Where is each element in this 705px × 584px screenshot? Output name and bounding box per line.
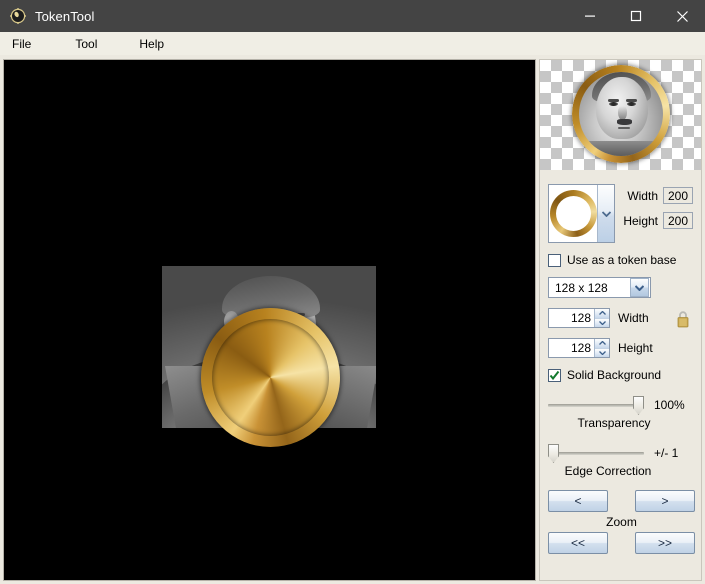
zoom-next-button[interactable]: >	[635, 490, 695, 512]
transparency-slider[interactable]	[548, 395, 644, 415]
width-spinner-row: 128 Width	[548, 308, 693, 328]
menu-item-help[interactable]: Help	[135, 34, 174, 54]
transparency-caption: Transparency	[577, 416, 651, 430]
width-spinner-up-icon[interactable]	[595, 309, 609, 318]
image-canvas[interactable]	[3, 59, 536, 581]
width-spinner-label: Width	[618, 311, 649, 325]
token-base-label: Use as a token base	[567, 253, 677, 267]
border-style-swatch	[549, 185, 597, 242]
border-width-value: 200	[663, 187, 693, 204]
edge-correction-slider[interactable]	[548, 443, 644, 463]
zoom-out-button[interactable]: <<	[548, 532, 608, 554]
transparency-slider-thumb[interactable]	[633, 396, 644, 415]
zoom-controls: < > Zoom << >>	[548, 490, 695, 554]
border-style-row: Width 200 Height 200	[548, 184, 693, 243]
close-button[interactable]	[659, 0, 705, 32]
height-spinner-up-icon[interactable]	[595, 339, 609, 348]
window-controls	[567, 0, 705, 32]
token-base-checkbox[interactable]	[548, 253, 561, 267]
title-bar[interactable]: TokenTool	[0, 0, 705, 32]
maximize-button[interactable]	[613, 0, 659, 32]
width-spinner-buttons[interactable]	[594, 309, 609, 327]
transparency-block: 100% Transparency	[548, 395, 693, 430]
edge-correction-caption: Edge Correction	[564, 464, 652, 478]
workspace: Width 200 Height 200 Use as a token base…	[0, 55, 705, 584]
height-spinner-label: Height	[618, 341, 653, 355]
padlock-icon[interactable]	[676, 310, 690, 333]
token-gear-icon	[10, 8, 26, 24]
transparency-value: 100%	[654, 398, 685, 412]
width-spinner[interactable]: 128	[548, 308, 610, 328]
edge-correction-value: +/- 1	[654, 446, 679, 460]
token-preview	[540, 60, 701, 170]
zoom-prev-button[interactable]: <	[548, 490, 608, 512]
width-spinner-down-icon[interactable]	[595, 317, 609, 327]
solid-background-row[interactable]: Solid Background	[548, 368, 693, 382]
edge-correction-slider-track	[548, 452, 644, 455]
border-height-value: 200	[663, 212, 693, 229]
solid-background-checkbox[interactable]	[548, 368, 561, 382]
edge-correction-slider-thumb[interactable]	[548, 444, 559, 463]
token-size-select[interactable]: 128 x 128	[548, 277, 651, 298]
token-size-value: 128 x 128	[555, 280, 608, 295]
width-spinner-value[interactable]: 128	[549, 311, 594, 325]
height-spinner-value[interactable]: 128	[549, 341, 594, 355]
height-spinner-down-icon[interactable]	[595, 347, 609, 357]
menu-item-file[interactable]: File	[8, 34, 41, 54]
zoom-row-top: < >	[548, 490, 695, 512]
height-spinner-row: 128 Height	[548, 338, 693, 358]
edge-correction-slider-line: +/- 1	[548, 443, 693, 463]
ring-border-icon	[550, 190, 597, 237]
solid-background-label: Solid Background	[567, 368, 662, 382]
height-spinner-buttons[interactable]	[594, 339, 609, 357]
window-title: TokenTool	[35, 8, 95, 24]
border-style-combo[interactable]	[548, 184, 616, 243]
menu-bar: File Tool Help	[0, 32, 705, 55]
height-spinner[interactable]: 128	[548, 338, 610, 358]
menu-item-tool[interactable]: Tool	[71, 34, 107, 54]
minimize-button[interactable]	[567, 0, 613, 32]
edge-correction-block: +/- 1 Edge Correction	[548, 443, 693, 478]
zoom-in-button[interactable]: >>	[635, 532, 695, 554]
preview-token-image	[572, 65, 670, 163]
token-ring-overlay[interactable]	[201, 308, 340, 447]
chevron-down-icon[interactable]	[630, 278, 649, 297]
zoom-row-bottom: << >>	[548, 532, 695, 554]
chevron-down-icon[interactable]	[597, 185, 615, 242]
border-height-row: Height 200	[623, 212, 693, 229]
border-width-row: Width 200	[623, 187, 693, 204]
border-dimensions: Width 200 Height 200	[623, 184, 693, 237]
token-base-row[interactable]: Use as a token base	[548, 253, 693, 267]
controls-panel: Width 200 Height 200 Use as a token base…	[539, 59, 702, 581]
zoom-caption: Zoom	[606, 515, 637, 529]
border-height-label: Height	[623, 213, 658, 228]
transparency-slider-line: 100%	[548, 395, 693, 415]
transparency-slider-track	[548, 404, 644, 407]
border-width-label: Width	[627, 188, 658, 203]
